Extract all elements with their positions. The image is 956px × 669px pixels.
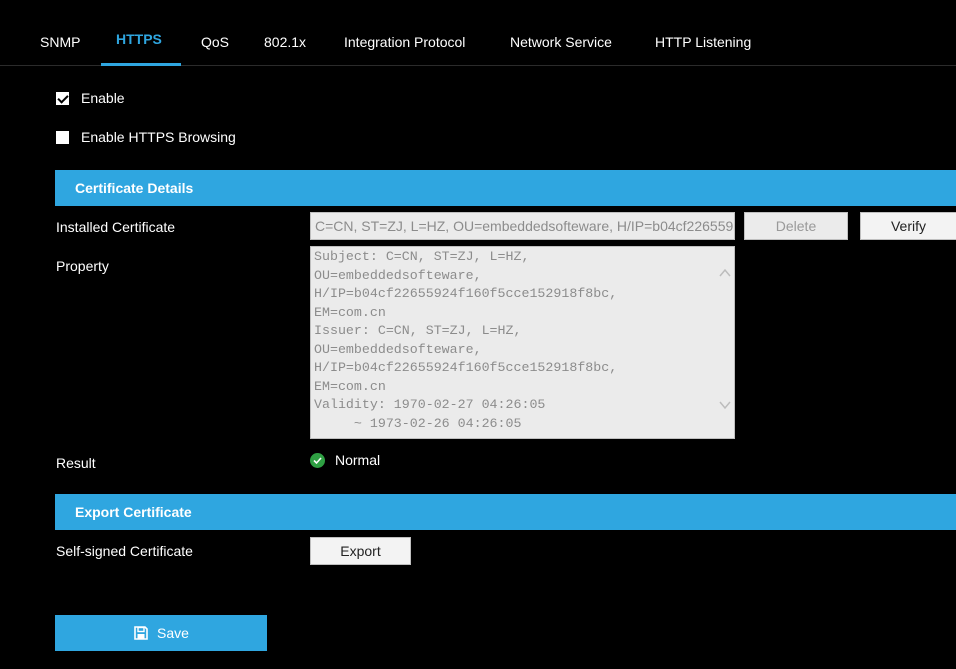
property-text: Subject: C=CN, ST=ZJ, L=HZ, OU=embeddeds… bbox=[314, 249, 618, 431]
self-signed-certificate-label: Self-signed Certificate bbox=[56, 543, 193, 559]
certificate-details-header: Certificate Details bbox=[55, 170, 956, 206]
enable-https-browsing-label: Enable HTTPS Browsing bbox=[81, 129, 236, 145]
floppy-disk-icon bbox=[134, 626, 148, 640]
tab-network-service[interactable]: Network Service bbox=[510, 33, 612, 51]
property-textarea[interactable]: Subject: C=CN, ST=ZJ, L=HZ, OU=embeddeds… bbox=[310, 246, 735, 439]
tab-https[interactable]: HTTPS bbox=[116, 30, 162, 48]
save-button[interactable]: Save bbox=[55, 615, 267, 651]
delete-button[interactable]: Delete bbox=[744, 212, 848, 240]
scroll-down-icon[interactable] bbox=[719, 399, 731, 411]
result-label: Result bbox=[56, 455, 96, 471]
installed-certificate-label: Installed Certificate bbox=[56, 219, 176, 235]
check-circle-icon bbox=[310, 452, 325, 468]
tab-snmp[interactable]: SNMP bbox=[40, 33, 80, 51]
tab-http-listening[interactable]: HTTP Listening bbox=[655, 33, 751, 51]
enable-checkbox[interactable] bbox=[56, 91, 69, 105]
export-certificate-header: Export Certificate bbox=[55, 494, 956, 530]
result-value: Normal bbox=[335, 452, 381, 468]
enable-label: Enable bbox=[81, 90, 125, 106]
property-label: Property bbox=[56, 258, 109, 274]
enable-https-browsing-checkbox[interactable] bbox=[56, 130, 69, 144]
tab-integration-protocol[interactable]: Integration Protocol bbox=[344, 33, 465, 51]
save-label: Save bbox=[157, 625, 189, 641]
verify-button[interactable]: Verify bbox=[860, 212, 956, 240]
enable-option[interactable]: Enable bbox=[56, 90, 125, 106]
installed-certificate-field[interactable]: C=CN, ST=ZJ, L=HZ, OU=embeddedsofteware,… bbox=[310, 212, 735, 240]
export-button[interactable]: Export bbox=[310, 537, 411, 565]
enable-https-browsing-option[interactable]: Enable HTTPS Browsing bbox=[56, 129, 236, 145]
scroll-up-icon[interactable] bbox=[719, 267, 731, 279]
active-tab-indicator bbox=[101, 63, 181, 66]
tab-qos[interactable]: QoS bbox=[201, 33, 229, 51]
tab-8021x[interactable]: 802.1x bbox=[264, 33, 306, 51]
tab-bar: SNMP HTTPS QoS 802.1x Integration Protoc… bbox=[0, 0, 956, 66]
result-status: Normal bbox=[310, 452, 380, 468]
